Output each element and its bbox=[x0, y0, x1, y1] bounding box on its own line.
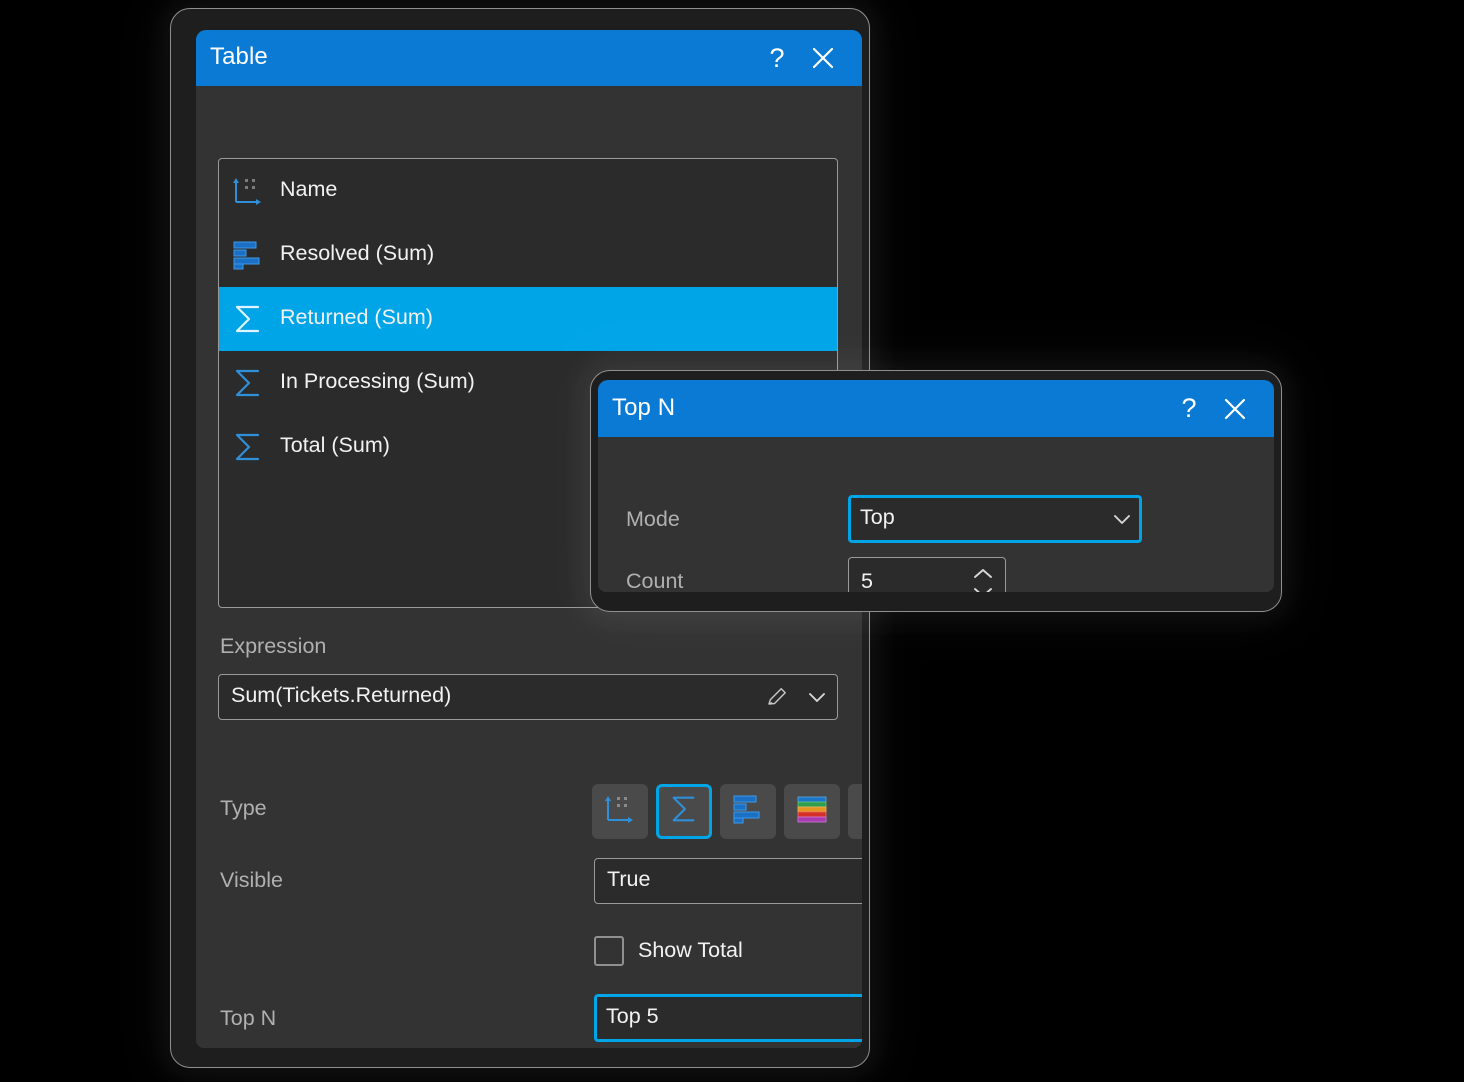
pencil-icon[interactable] bbox=[757, 675, 797, 719]
screen: Table ? bbox=[0, 0, 1464, 1082]
chevron-down-icon[interactable] bbox=[853, 859, 862, 903]
list-item-label: Resolved (Sum) bbox=[280, 243, 434, 267]
list-item-label: Returned (Sum) bbox=[280, 307, 433, 331]
close-icon[interactable] bbox=[800, 35, 846, 81]
type-option-sum-measure[interactable] bbox=[656, 784, 712, 839]
show-total-label: Show Total bbox=[638, 940, 743, 962]
top-n-dialog-body: Mode Top Count 5 bbox=[598, 437, 1274, 592]
expression-label: Expression bbox=[220, 634, 326, 659]
type-option-bar-measure[interactable] bbox=[720, 784, 776, 839]
mode-label: Mode bbox=[626, 507, 680, 532]
list-item[interactable]: Name bbox=[219, 159, 837, 223]
list-item-label: Name bbox=[280, 179, 337, 203]
list-item[interactable]: Resolved (Sum) bbox=[219, 223, 837, 287]
top-n-dialog-title: Top N bbox=[612, 396, 1166, 422]
table-dialog-title: Table bbox=[210, 45, 754, 71]
list-item-label: Total (Sum) bbox=[280, 435, 390, 459]
chevron-up-icon[interactable] bbox=[972, 567, 994, 580]
top-n-dialog-titlebar: Top N ? bbox=[598, 380, 1274, 437]
visible-dropdown[interactable]: True bbox=[594, 858, 862, 904]
top-n-label: Top N bbox=[220, 1006, 276, 1031]
table-dialog-titlebar: Table ? bbox=[196, 30, 862, 86]
chevron-down-icon[interactable] bbox=[972, 586, 994, 592]
top-n-dialog: Top N ? Mode Top Count 5 bbox=[598, 380, 1274, 592]
list-item-selected[interactable]: Returned (Sum) bbox=[219, 287, 837, 351]
bar-measure-icon bbox=[225, 232, 271, 278]
close-icon[interactable] bbox=[1212, 386, 1258, 432]
mode-value: Top bbox=[860, 507, 1102, 531]
stacked-bar-icon bbox=[795, 793, 829, 830]
count-label: Count bbox=[626, 569, 683, 592]
chevron-down-icon[interactable] bbox=[1102, 495, 1142, 543]
help-icon[interactable]: ? bbox=[754, 35, 800, 81]
count-spinner[interactable]: 5 bbox=[848, 557, 1006, 592]
type-options bbox=[592, 784, 862, 839]
visible-value: True bbox=[607, 869, 853, 893]
type-label: Type bbox=[220, 796, 267, 821]
expression-field[interactable]: Sum(Tickets.Returned) bbox=[218, 674, 838, 720]
visible-label: Visible bbox=[220, 868, 283, 893]
chevron-down-icon[interactable] bbox=[797, 675, 837, 719]
sum-measure-icon bbox=[225, 360, 271, 406]
type-option-axis-dimension[interactable] bbox=[592, 784, 648, 839]
help-icon[interactable]: ? bbox=[1166, 386, 1212, 432]
axis-dimension-icon bbox=[603, 792, 637, 831]
list-item-label: In Processing (Sum) bbox=[280, 371, 475, 395]
top-n-field[interactable]: Top 5 bbox=[594, 994, 862, 1042]
updown-triangle-icon bbox=[859, 792, 862, 831]
mode-dropdown[interactable]: Top bbox=[848, 495, 1142, 543]
bar-measure-icon bbox=[731, 793, 765, 830]
sum-measure-icon bbox=[225, 296, 271, 342]
type-option-stacked-bar[interactable] bbox=[784, 784, 840, 839]
sum-measure-icon bbox=[668, 793, 700, 830]
count-value: 5 bbox=[861, 571, 961, 592]
type-option-updown-triangle[interactable] bbox=[848, 784, 862, 839]
expression-value: Sum(Tickets.Returned) bbox=[231, 685, 757, 709]
checkbox-box[interactable] bbox=[594, 936, 624, 966]
spinner-buttons bbox=[961, 558, 1005, 592]
show-total-checkbox[interactable]: Show Total bbox=[594, 936, 743, 966]
sum-measure-icon bbox=[225, 424, 271, 470]
top-n-value: Top 5 bbox=[606, 1006, 862, 1030]
axis-dimension-icon bbox=[225, 168, 271, 214]
